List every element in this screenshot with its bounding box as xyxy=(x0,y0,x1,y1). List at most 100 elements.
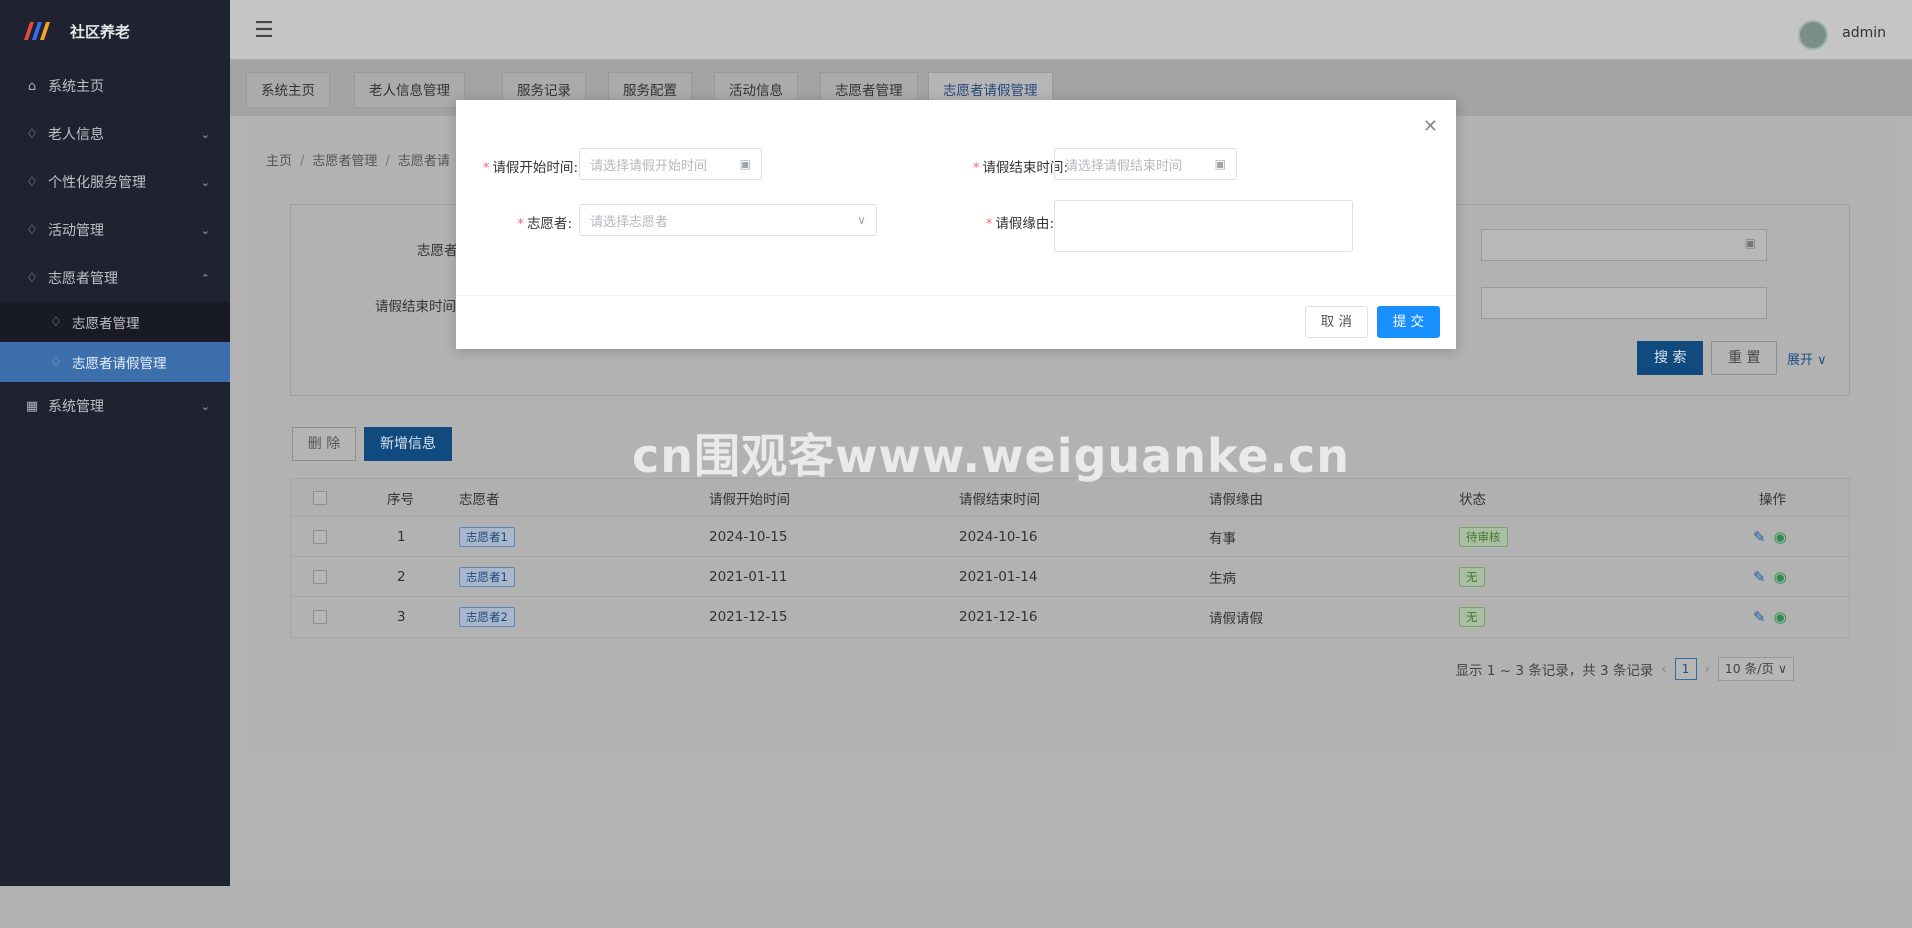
col-header: 操作 xyxy=(1759,491,1786,508)
chevron-down-icon: ⌄ xyxy=(200,399,210,413)
table-row: 1 志愿者1 2024-10-15 2024-10-16 有事 待审核 ✎ ◉ xyxy=(291,517,1849,557)
submit-button[interactable]: 提 交 xyxy=(1376,306,1440,338)
cell-start: 2021-01-11 xyxy=(709,568,788,585)
delete-button[interactable]: 删 除 xyxy=(292,427,356,461)
label-end-text: 请假结束时间 xyxy=(982,160,1064,176)
chevron-down-icon: ∨ xyxy=(1817,353,1827,368)
cell-volunteer: 志愿者2 xyxy=(459,597,515,637)
search-date-input[interactable]: ▣ xyxy=(1481,229,1767,261)
avatar[interactable] xyxy=(1798,20,1828,50)
flame-icon: ♢ xyxy=(50,354,62,370)
dialog-footer-divider xyxy=(456,295,1456,296)
sidebar-item-label: 系统主页 xyxy=(48,79,104,95)
edit-icon[interactable]: ✎ xyxy=(1753,608,1766,626)
sidebar-item-label: 志愿者管理 xyxy=(48,271,118,287)
cell-no: 2 xyxy=(397,568,406,585)
volunteer-submenu: ♢ 志愿者管理 ♢ 志愿者请假管理 xyxy=(0,302,230,382)
end-time-picker[interactable]: 请选择请假结束时间 ▣ xyxy=(1054,148,1237,180)
sidebar-item-home[interactable]: ⌂ 系统主页 xyxy=(0,62,230,110)
reason-textarea[interactable] xyxy=(1054,200,1353,252)
view-icon[interactable]: ◉ xyxy=(1774,608,1787,626)
cell-no: 3 xyxy=(397,609,406,625)
page-number[interactable]: 1 xyxy=(1674,658,1697,680)
view-icon[interactable]: ◉ xyxy=(1774,528,1787,546)
edit-icon[interactable]: ✎ xyxy=(1753,528,1766,546)
view-icon[interactable]: ◉ xyxy=(1774,568,1787,586)
grid-icon: ▦ xyxy=(25,398,39,414)
cell-status: 待审核 xyxy=(1459,517,1508,556)
volunteer-tag: 志愿者1 xyxy=(459,526,515,547)
search-label-volunteer: 志愿者 xyxy=(417,243,458,259)
start-time-placeholder: 请选择请假开始时间 xyxy=(590,158,708,174)
flame-icon: ♢ xyxy=(26,270,38,286)
close-icon[interactable]: ✕ xyxy=(1423,116,1438,137)
sidebar-item-activities[interactable]: ♢ 活动管理 ⌄ xyxy=(0,206,230,254)
edit-icon[interactable]: ✎ xyxy=(1753,568,1766,586)
top-header: ☰ admin xyxy=(230,0,1912,60)
chevron-down-icon: ⌄ xyxy=(200,175,210,189)
start-time-picker[interactable]: 请选择请假开始时间 ▣ xyxy=(579,148,762,180)
search-text-input[interactable] xyxy=(1481,287,1767,319)
sidebar-item-label: 志愿者管理 xyxy=(72,316,140,332)
select-all-checkbox[interactable] xyxy=(313,479,327,516)
watermark: cn围观客www.weiguanke.cn xyxy=(632,429,1351,483)
reset-button[interactable]: 重 置 xyxy=(1711,341,1778,375)
home-icon: ⌂ xyxy=(27,78,37,94)
breadcrumb: 主页 / 志愿者管理 / 志愿者请 xyxy=(266,154,450,169)
row-checkbox[interactable] xyxy=(313,597,327,637)
search-label-end: 请假结束时间 xyxy=(375,299,456,315)
breadcrumb-volunteer[interactable]: 志愿者管理 xyxy=(312,154,377,169)
table-row: 3 志愿者2 2021-12-15 2021-12-16 请假请假 无 ✎ ◉ xyxy=(291,597,1849,637)
sidebar-subitem-volunteer-leave[interactable]: ♢ 志愿者请假管理 xyxy=(0,342,230,382)
menu-toggle-icon[interactable]: ☰ xyxy=(254,18,274,43)
volunteer-select[interactable]: 请选择志愿者 ∨ xyxy=(579,204,877,236)
app-logo: 社区养老 xyxy=(0,0,230,62)
label-volunteer-text: 志愿者 xyxy=(526,216,568,232)
cell-status: 无 xyxy=(1459,557,1485,596)
calendar-icon: ▣ xyxy=(739,157,751,171)
next-page-icon[interactable]: › xyxy=(1705,662,1710,677)
chevron-down-icon: ⌄ xyxy=(200,127,210,141)
status-badge: 无 xyxy=(1459,566,1485,587)
search-button[interactable]: 搜 索 xyxy=(1637,341,1704,375)
expand-toggle[interactable]: 展开 ∨ xyxy=(1787,349,1827,368)
pagination: 显示 1 ~ 3 条记录，共 3 条记录 ‹ 1 › 10 条/页 ∨ xyxy=(1456,657,1794,681)
row-checkbox[interactable] xyxy=(313,557,327,596)
leave-table: 序号 志愿者 请假开始时间 请假结束时间 请假缘由 状态 操作 1 志愿者1 2… xyxy=(290,478,1850,638)
sidebar-item-label: 活动管理 xyxy=(48,223,104,239)
label-reason-text: 请假缘由 xyxy=(995,216,1050,232)
logo-icon xyxy=(24,22,50,40)
row-checkbox[interactable] xyxy=(313,517,327,556)
prev-page-icon[interactable]: ‹ xyxy=(1661,662,1666,677)
flame-icon: ♢ xyxy=(26,126,38,142)
tab-elderly[interactable]: 老人信息管理 xyxy=(354,72,465,108)
add-button[interactable]: 新增信息 xyxy=(364,427,452,461)
sidebar-item-elderly[interactable]: ♢ 老人信息 ⌄ xyxy=(0,110,230,158)
label-end-time: * 请假结束时间: xyxy=(972,160,1068,176)
chevron-up-icon: ⌃ xyxy=(200,271,210,285)
col-header: 状态 xyxy=(1459,491,1486,508)
col-header: 志愿者 xyxy=(459,491,500,508)
sidebar-item-volunteers[interactable]: ♢ 志愿者管理 ⌃ xyxy=(0,254,230,302)
cell-status: 无 xyxy=(1459,597,1485,637)
label-start-text: 请假开始时间 xyxy=(492,160,574,176)
app-title: 社区养老 xyxy=(70,22,131,41)
cell-actions: ✎ ◉ xyxy=(1753,557,1787,596)
leave-form-dialog: ✕ * 请假开始时间: 请选择请假开始时间 ▣ * 请假结束时间: 请选择请假结束时… xyxy=(456,100,1456,349)
cell-actions: ✎ ◉ xyxy=(1753,597,1787,637)
label-start-time: * 请假开始时间: xyxy=(482,160,578,176)
page-size-select[interactable]: 10 条/页 ∨ xyxy=(1717,657,1794,681)
cancel-button[interactable]: 取 消 xyxy=(1304,306,1368,338)
flame-icon: ♢ xyxy=(26,222,38,238)
expand-label: 展开 xyxy=(1787,353,1814,368)
calendar-icon: ▣ xyxy=(1214,157,1226,171)
sidebar-subitem-volunteer-manage[interactable]: ♢ 志愿者管理 xyxy=(0,302,230,342)
sidebar-item-system[interactable]: ▦ 系统管理 ⌄ xyxy=(0,382,230,430)
sidebar-item-services[interactable]: ♢ 个性化服务管理 ⌄ xyxy=(0,158,230,206)
tab-home[interactable]: 系统主页 xyxy=(246,72,330,108)
username[interactable]: admin xyxy=(1842,25,1886,41)
flame-icon: ♢ xyxy=(26,174,38,190)
breadcrumb-home[interactable]: 主页 xyxy=(266,154,292,169)
status-badge: 待审核 xyxy=(1459,526,1508,547)
cell-volunteer: 志愿者1 xyxy=(459,517,515,556)
